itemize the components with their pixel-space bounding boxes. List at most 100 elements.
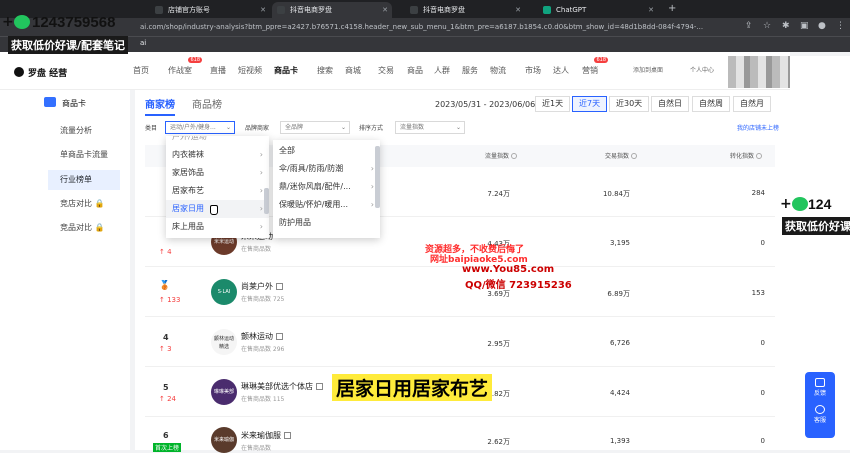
- dropdown-option[interactable]: 保暖贴/怀炉/暖用... ›: [273, 196, 380, 214]
- dropdown-option[interactable]: 鼎/迷你风扇/配件/... ›: [273, 178, 380, 196]
- period-30d[interactable]: 近30天: [609, 96, 650, 112]
- nav-item[interactable]: 市场: [525, 65, 541, 76]
- type-select[interactable]: 全品牌 ⌄: [280, 121, 350, 134]
- help-icon[interactable]: [756, 153, 763, 159]
- traffic-value: 7.24万: [487, 190, 510, 198]
- shop-name[interactable]: 尚莱户外: [241, 281, 283, 292]
- nav-item[interactable]: 商城: [345, 65, 361, 76]
- qrcode-icon[interactable]: [276, 283, 283, 290]
- browser-tab[interactable]: 抖音电商罗盘 ✕: [405, 2, 525, 18]
- help-icon[interactable]: [631, 153, 638, 159]
- tab-favicon-icon: [155, 6, 163, 14]
- share-icon[interactable]: ⇪: [745, 21, 753, 31]
- dropdown-option[interactable]: 伞/雨具/防雨/防潮 ›: [273, 160, 380, 178]
- not-ranked-link[interactable]: 我的店铺未上榜: [737, 123, 779, 132]
- sidebar-item-traffic[interactable]: 流量分析: [48, 121, 130, 141]
- period-1d[interactable]: 近1天: [535, 96, 571, 112]
- menu-icon[interactable]: ⋮: [836, 21, 845, 31]
- browser-tab[interactable]: ChatGPT ✕: [538, 2, 658, 18]
- category-select[interactable]: 运动/户外/健身... ⌄: [165, 121, 235, 134]
- shop-sub: 在售商品数: [241, 445, 272, 452]
- col-conv[interactable]: 转化指数: [730, 151, 763, 160]
- dropdown-option[interactable]: 全部: [273, 142, 380, 160]
- sort-label: 排序方式: [359, 125, 384, 132]
- sidebar-item-single[interactable]: 单商品卡流量: [48, 145, 130, 165]
- url-input[interactable]: ai.com/shop/industry-analysis?btm_ppre=a…: [140, 20, 740, 34]
- logo[interactable]: 罗盘 经营: [14, 66, 67, 79]
- nav-item-active[interactable]: 商品卡: [274, 65, 298, 76]
- qrcode-icon[interactable]: [276, 333, 283, 340]
- sort-select[interactable]: 流量指数 ⌄: [395, 121, 465, 134]
- tab-product-rank[interactable]: 商品榜: [192, 96, 222, 111]
- col-traffic[interactable]: 流量指数: [485, 151, 518, 160]
- sidebar-icon[interactable]: ▣: [800, 21, 809, 31]
- nav-item[interactable]: 首页: [133, 65, 149, 76]
- nav-item[interactable]: 短视频: [238, 65, 262, 76]
- profile-icon[interactable]: ●: [818, 21, 826, 31]
- nav-item[interactable]: 人群: [434, 65, 450, 76]
- nav-item[interactable]: 服务: [462, 65, 478, 76]
- help-icon[interactable]: [511, 153, 518, 159]
- chevron-right-icon: ›: [259, 204, 263, 213]
- new-tab-icon[interactable]: +: [668, 3, 676, 14]
- bookmark-item[interactable]: ai: [140, 39, 146, 47]
- headset-icon[interactable]: [815, 405, 825, 414]
- close-icon[interactable]: ✕: [515, 2, 521, 18]
- chevron-right-icon: ›: [370, 164, 374, 173]
- browser-tab-active[interactable]: 抖音电商罗盘 ✕: [272, 2, 392, 18]
- shop-name[interactable]: 米来瑜伽服: [241, 430, 291, 441]
- browser-tab[interactable]: 店铺官方账号 ✕: [150, 2, 270, 18]
- add-to-desktop[interactable]: 添加到桌面: [633, 65, 663, 74]
- nav-item[interactable]: 物流: [490, 65, 506, 76]
- nav-item[interactable]: 直播: [210, 65, 226, 76]
- traffic-value: 2.62万: [487, 438, 510, 446]
- support-label[interactable]: 客服: [805, 415, 835, 424]
- conv-value: 0: [760, 239, 765, 247]
- user-center[interactable]: 个人中心: [690, 65, 714, 74]
- promo-banner: 获取低价好课/配套笔记: [8, 36, 129, 54]
- chevron-right-icon: ›: [370, 200, 374, 209]
- period-day[interactable]: 自然日: [651, 96, 689, 112]
- dropdown-option[interactable]: 居家布艺 ›: [166, 182, 269, 200]
- col-trade[interactable]: 交易指数: [605, 151, 638, 160]
- sidebar-item-compare-product[interactable]: 竞品对比 🔒: [48, 218, 130, 238]
- trade-value: 4,424: [609, 389, 630, 397]
- scrollbar[interactable]: [264, 188, 269, 214]
- nav-item[interactable]: 搜索: [317, 65, 333, 76]
- period-7d[interactable]: 近7天: [572, 96, 608, 112]
- feedback-label[interactable]: 反馈: [805, 388, 835, 397]
- extensions-icon[interactable]: ✱: [782, 21, 790, 31]
- shop-name[interactable]: 颤林运动: [241, 331, 283, 342]
- nav-item[interactable]: 交易: [378, 65, 394, 76]
- dropdown-option[interactable]: 内衣裤袜 ›: [166, 146, 269, 164]
- dropdown-option[interactable]: 床上用品 ›: [166, 218, 269, 236]
- nav-item[interactable]: 达人: [553, 65, 569, 76]
- tab-shop-rank[interactable]: 商家榜: [145, 96, 175, 116]
- rank-change: ↑ 3: [159, 345, 172, 353]
- feedback-icon[interactable]: [815, 378, 825, 387]
- qq-number: 1243759568: [32, 14, 116, 31]
- close-icon[interactable]: ✕: [648, 2, 654, 18]
- nav-item[interactable]: 营销 618: [582, 57, 608, 76]
- table-row[interactable]: 6 首次上榜 米来瑜伽 米来瑜伽服 在售商品数 2.62万 1,393 0: [145, 417, 775, 453]
- dropdown-option[interactable]: 户外/运动: [166, 136, 269, 146]
- qrcode-icon[interactable]: [284, 432, 291, 439]
- table-row[interactable]: 4 ↑ 3 颤林运动 精选 颤林运动 在售商品数 296 2.95万 6,726…: [145, 317, 775, 367]
- sidebar-item-compare-shop[interactable]: 竞店对比 🔒: [48, 194, 130, 214]
- nav-item[interactable]: 作战室 618: [168, 57, 202, 76]
- close-icon[interactable]: ✕: [260, 2, 266, 18]
- chevron-down-icon: ⌄: [340, 124, 346, 131]
- scrollbar[interactable]: [375, 146, 380, 208]
- sidebar-item-ranking[interactable]: 行业榜单: [48, 170, 120, 190]
- qrcode-icon[interactable]: [316, 383, 323, 390]
- table-row[interactable]: 🥉 ↑ 133 S·LAI 尚莱户外 在售商品数 725 3.69万 6.89万…: [145, 267, 775, 317]
- shop-name[interactable]: 琳琳美部优选个体店: [241, 381, 323, 392]
- close-icon[interactable]: ✕: [382, 2, 388, 18]
- dropdown-option[interactable]: 防护用品: [273, 214, 380, 232]
- star-icon[interactable]: ☆: [763, 21, 771, 31]
- dropdown-option[interactable]: 家居饰品 ›: [166, 164, 269, 182]
- nav-item[interactable]: 商品: [407, 65, 423, 76]
- period-week[interactable]: 自然周: [692, 96, 730, 112]
- shop-avatar: 颤林运动 精选: [211, 329, 237, 355]
- period-month[interactable]: 自然月: [733, 96, 771, 112]
